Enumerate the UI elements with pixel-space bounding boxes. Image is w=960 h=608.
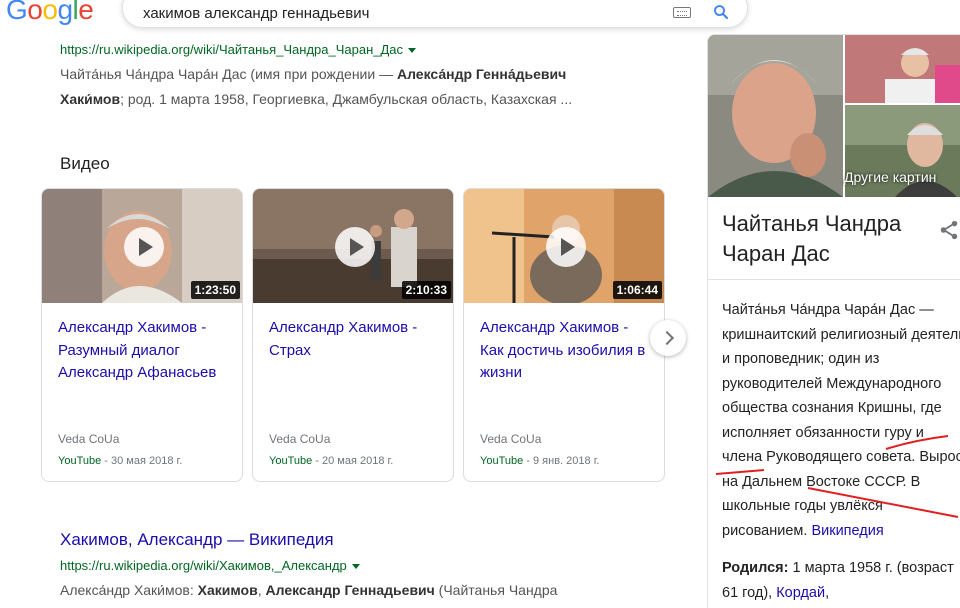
snippet-bold: Алекса́ндр Генна́дьевич — [396, 66, 567, 82]
video-meta: YouTube - 9 янв. 2018 г. — [480, 455, 599, 467]
video-card[interactable]: 1:23:50 Александр Хакимов - Разумный диа… — [41, 188, 243, 482]
videos-heading: Видео — [60, 154, 110, 173]
result-url[interactable]: https://ru.wikipedia.org/wiki/Чайтанья_Ч… — [60, 42, 417, 57]
snippet-bold: Хакимов — [197, 582, 258, 598]
result-url[interactable]: https://ru.wikipedia.org/wiki/Хакимов,_А… — [60, 558, 360, 573]
snippet-bold: Александр Геннадьевич — [265, 582, 435, 598]
video-source: YouTube — [480, 455, 524, 467]
video-channel: Veda CoUa — [480, 432, 542, 446]
born-tail: , — [825, 584, 830, 601]
caret-down-icon[interactable] — [351, 564, 360, 570]
entity-description: Чайта́нья Ча́ндра Чара́н Дас — кришнаитс… — [722, 298, 960, 543]
video-source: YouTube — [58, 455, 102, 467]
snippet-text: , — [257, 582, 266, 598]
video-meta: YouTube - 30 мая 2018 г. — [58, 455, 182, 467]
google-logo[interactable]: Google — [6, 0, 94, 26]
portrait-image[interactable] — [708, 35, 843, 197]
video-meta: YouTube - 20 мая 2018 г. — [269, 455, 393, 467]
result-snippet: Алекса́ндр Хаки́мов: Хакимов, Александр … — [60, 578, 660, 603]
video-channel: Veda CoUa — [269, 432, 331, 446]
video-thumbnail[interactable]: 1:06:44 — [464, 189, 664, 303]
born-label: Родился: — [722, 560, 789, 576]
knowledge-panel: Другие картин Чайтанья Чандра Чаран Дас … — [707, 34, 960, 608]
share-icon[interactable] — [938, 219, 960, 241]
video-thumbnail[interactable]: 2:10:33 — [253, 189, 453, 303]
next-videos-button[interactable] — [650, 320, 686, 356]
search-input[interactable]: хакимов александр геннадьевич — [143, 5, 369, 22]
video-duration: 2:10:33 — [401, 281, 451, 299]
search-box[interactable]: хакимов александр геннадьевич — [122, 0, 748, 28]
result-url-text[interactable]: https://ru.wikipedia.org/wiki/Хакимов,_А… — [60, 558, 347, 573]
video-source: YouTube — [269, 455, 313, 467]
wikipedia-link[interactable]: Википедия — [811, 523, 883, 539]
divider — [708, 279, 960, 280]
video-title[interactable]: Александр Хакимов - Разумный диалог Алек… — [58, 317, 233, 385]
video-date: - 20 мая 2018 г. — [312, 455, 394, 467]
snippet-text: Чайта́нья Ча́ндра Чара́н Дас (имя при ро… — [60, 66, 397, 82]
video-thumbnail[interactable]: 1:23:50 — [42, 189, 242, 303]
snippet-text: (Чайтанья Чандра — [434, 582, 558, 598]
video-channel: Veda CoUa — [58, 432, 120, 446]
video-duration: 1:23:50 — [190, 281, 240, 299]
caret-down-icon[interactable] — [408, 48, 417, 54]
search-icon[interactable] — [712, 3, 730, 21]
video-date: - 30 мая 2018 г. — [101, 455, 183, 467]
snippet-bold: Хаки́мов — [60, 91, 121, 107]
video-duration: 1:06:44 — [612, 281, 662, 299]
keyboard-icon[interactable] — [673, 7, 691, 18]
header-bar: Google хакимов александр геннадьевич — [0, 0, 960, 32]
result-url-text[interactable]: https://ru.wikipedia.org/wiki/Чайтанья_Ч… — [60, 42, 403, 57]
snippet-text: ; род. 1 марта 1958, Георгиевка, Джамбул… — [120, 91, 573, 107]
description-text: Чайта́нья Ча́ндра Чара́н Дас — кришнаитс… — [722, 302, 960, 539]
birthplace-link[interactable]: Кордай — [776, 585, 825, 601]
play-icon[interactable] — [335, 227, 375, 267]
more-images-link[interactable]: Другие картин — [844, 169, 936, 185]
video-card[interactable]: 2:10:33 Александр Хакимов - Страх Veda C… — [252, 188, 454, 482]
result-title[interactable]: Хакимов, Александр — Википедия — [60, 530, 334, 550]
video-card[interactable]: 1:06:44 Александр Хакимов - Как достичь … — [463, 188, 665, 482]
play-icon[interactable] — [546, 227, 586, 267]
gallery-image[interactable] — [845, 35, 960, 103]
born-fact: Родился: 1 марта 1958 г. (возраст 61 год… — [722, 556, 960, 605]
entity-title: Чайтанья Чандра Чаран Дас — [722, 211, 902, 266]
play-icon[interactable] — [124, 227, 164, 267]
video-title[interactable]: Александр Хакимов - Страх — [269, 317, 444, 362]
result-snippet: Чайта́нья Ча́ндра Чара́н Дас (имя при ро… — [60, 62, 660, 112]
snippet-text: Алекса́ндр Хаки́мов: — [60, 582, 198, 598]
video-date: - 9 янв. 2018 г. — [523, 455, 600, 467]
video-title[interactable]: Александр Хакимов - Как достичь изобилия… — [480, 317, 655, 385]
